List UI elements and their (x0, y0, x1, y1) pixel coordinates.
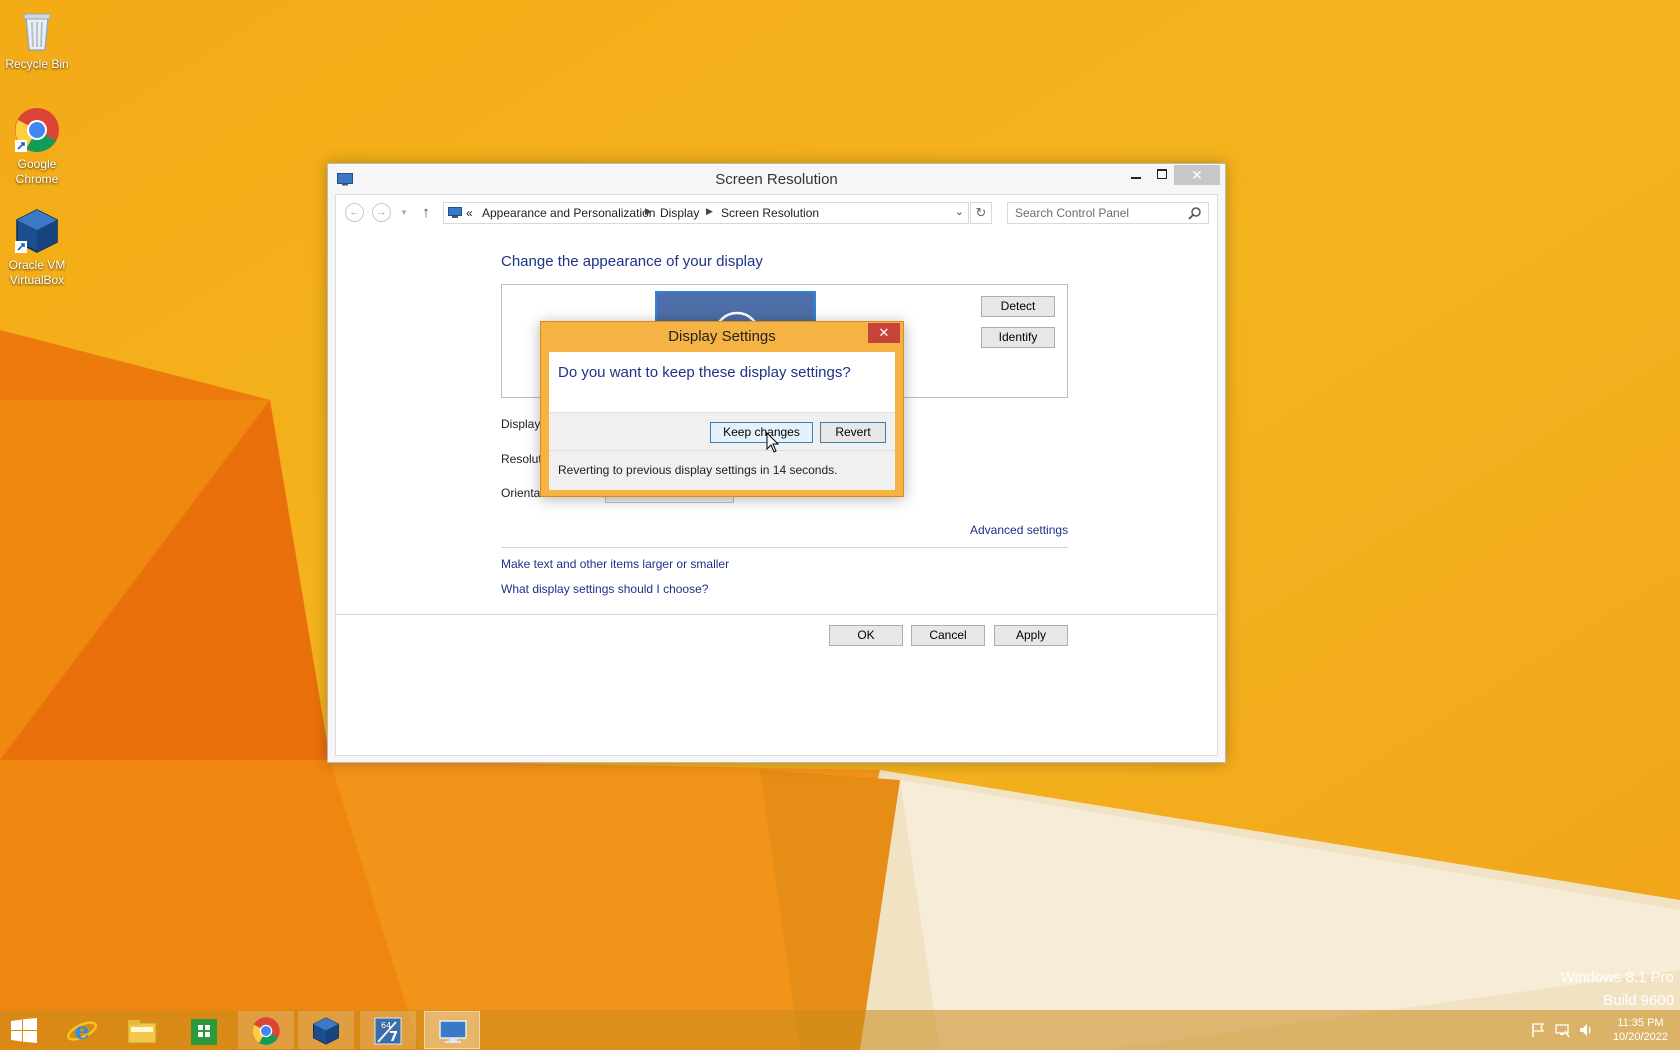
breadcrumb-appearance[interactable]: Appearance and Personalization (482, 206, 655, 220)
start-button[interactable] (0, 1011, 48, 1049)
address-dropdown-icon[interactable]: ⌄ (955, 205, 964, 218)
svg-text:e: e (74, 1016, 89, 1045)
chevron-down-icon: ▼ (400, 208, 408, 217)
close-icon: ✕ (878, 325, 890, 340)
dialog-title: Display Settings (668, 328, 776, 345)
maximize-icon (1156, 169, 1167, 179)
divider (501, 547, 1068, 548)
virtualbox-icon (313, 1017, 339, 1045)
desktop-icon-label: VirtualBox (9, 273, 65, 287)
taskbar-clock[interactable]: 11:35 PM 10/20/2022 (1613, 1016, 1668, 1044)
window-titlebar[interactable]: Screen Resolution ✕ (328, 164, 1225, 194)
internet-explorer-icon: e (66, 1016, 98, 1045)
minimize-button[interactable] (1122, 165, 1149, 185)
back-arrow-icon: ← (349, 206, 360, 218)
revert-countdown-text: Reverting to previous display settings i… (558, 463, 838, 477)
desktop-icon-virtualbox[interactable]: Oracle VM VirtualBox (0, 207, 75, 288)
breadcrumb-overflow[interactable]: « (466, 206, 473, 220)
apply-button[interactable]: Apply (994, 625, 1068, 646)
refresh-icon: ↻ (975, 205, 987, 220)
chrome-icon (13, 106, 61, 154)
window-title: Screen Resolution (715, 171, 838, 188)
refresh-button[interactable]: ↻ (970, 202, 992, 224)
forward-button[interactable]: → (372, 203, 391, 222)
watermark-build: Build 9600 (1603, 992, 1674, 1009)
network-icon[interactable] (1554, 1022, 1570, 1038)
file-explorer-icon (127, 1020, 157, 1044)
up-button[interactable]: ↑ (416, 203, 436, 223)
recent-locations-button[interactable]: ▼ (394, 203, 414, 223)
taskbar: e 64 7 11:35 PM 10/20/2022 (0, 1010, 1680, 1050)
forward-arrow-icon: → (376, 206, 387, 218)
app-64-7-icon: 64 7 (374, 1017, 402, 1045)
mouse-cursor-icon (766, 432, 780, 453)
breadcrumb-display[interactable]: Display (660, 206, 699, 220)
desktop-icon-chrome[interactable]: Google Chrome (0, 106, 75, 187)
clock-date: 10/20/2022 (1612, 1031, 1668, 1043)
address-bar[interactable]: « Appearance and Personalization ▶ Displ… (443, 202, 969, 224)
desktop-icon-label: Oracle VM (8, 258, 66, 272)
watermark-edition: Windows 8.1 Pro (1560, 969, 1674, 986)
breadcrumb-chevron-icon[interactable]: ▶ (706, 206, 713, 217)
dialog-footer: Reverting to previous display settings i… (549, 450, 895, 490)
close-button[interactable]: ✕ (1174, 165, 1220, 185)
taskbar-internet-explorer[interactable]: e (54, 1011, 110, 1049)
dialog-button-area: Keep changes Revert (549, 412, 895, 450)
dialog-body: Do you want to keep these display settin… (549, 352, 895, 490)
revert-button[interactable]: Revert (820, 422, 886, 443)
breadcrumb-screen-resolution[interactable]: Screen Resolution (721, 206, 819, 220)
page-heading: Change the appearance of your display (501, 253, 763, 270)
minimize-icon (1130, 177, 1141, 179)
advanced-settings-link[interactable]: Advanced settings (970, 523, 1068, 537)
taskbar-file-explorer[interactable] (114, 1011, 170, 1049)
taskbar-screen-resolution[interactable] (424, 1011, 480, 1049)
windows-edition-watermark: Windows 8.1 Pro Build 9600 (1561, 966, 1674, 1012)
store-icon (191, 1019, 217, 1045)
keep-changes-button[interactable]: Keep changes (710, 422, 813, 443)
virtualbox-icon (13, 207, 61, 255)
dialog-close-button[interactable]: ✕ (868, 323, 900, 343)
search-box[interactable] (1007, 202, 1209, 224)
taskbar-virtualbox[interactable] (298, 1011, 354, 1049)
search-icon[interactable] (1188, 206, 1202, 220)
cancel-button[interactable]: Cancel (911, 625, 985, 646)
text-size-link[interactable]: Make text and other items larger or smal… (501, 557, 729, 571)
action-center-flag-icon[interactable] (1530, 1022, 1546, 1038)
taskbar-chrome[interactable] (238, 1011, 294, 1049)
maximize-button[interactable] (1148, 165, 1175, 185)
dialog-question: Do you want to keep these display settin… (558, 364, 851, 381)
display-settings-dialog: Display Settings ✕ Do you want to keep t… (540, 321, 904, 497)
footer-divider (336, 614, 1217, 615)
desktop-icon-label: Chrome (15, 172, 59, 186)
taskbar-store[interactable] (176, 1011, 232, 1049)
ok-button[interactable]: OK (829, 625, 903, 646)
svg-text:7: 7 (389, 1030, 398, 1045)
display-help-link[interactable]: What display settings should I choose? (501, 582, 708, 596)
up-arrow-icon: ↑ (422, 204, 430, 221)
desktop-icon-label: Recycle Bin (5, 57, 69, 71)
screen-resolution-icon (439, 1020, 467, 1043)
control-panel-icon (448, 207, 462, 218)
breadcrumb-chevron-icon[interactable]: ▶ (645, 206, 652, 217)
identify-button[interactable]: Identify (981, 327, 1055, 348)
start-icon (11, 1018, 37, 1043)
search-input[interactable] (1008, 203, 1178, 223)
close-icon: ✕ (1191, 167, 1203, 183)
display-label: Display: (501, 417, 544, 431)
back-button[interactable]: ← (345, 203, 364, 222)
detect-button[interactable]: Detect (981, 296, 1055, 317)
taskbar-app-64-7[interactable]: 64 7 (360, 1011, 416, 1049)
recycle-bin-icon (13, 6, 61, 54)
desktop-icon-recycle-bin[interactable]: Recycle Bin (0, 6, 75, 72)
desktop-icon-label: Google (17, 157, 57, 171)
volume-icon[interactable] (1578, 1022, 1594, 1038)
chrome-icon (252, 1017, 280, 1045)
clock-time: 11:35 PM (1617, 1017, 1664, 1029)
